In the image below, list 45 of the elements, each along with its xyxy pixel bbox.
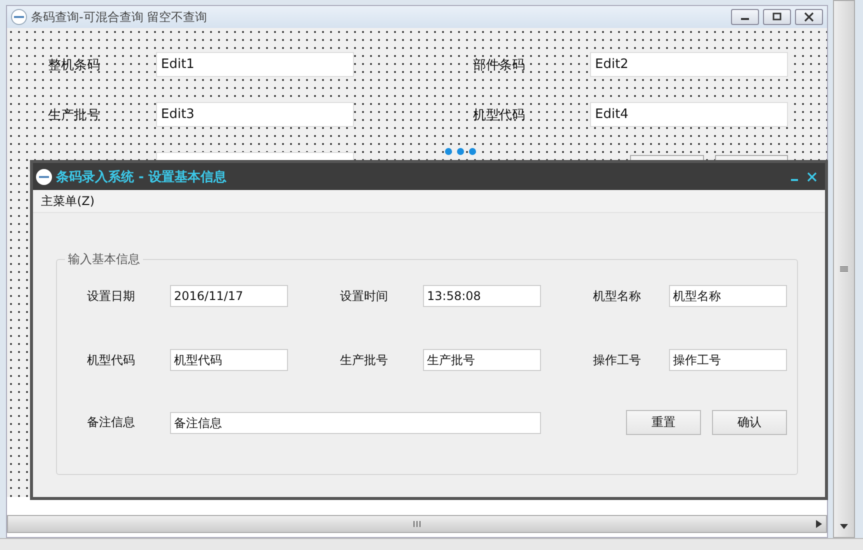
field-label: 机型代码 <box>472 106 526 124</box>
selection-handle[interactable] <box>445 148 476 155</box>
maximize-icon <box>772 12 782 22</box>
maximize-button[interactable] <box>763 9 792 25</box>
input-field[interactable]: 机型名称 <box>669 285 787 307</box>
group-title: 输入基本信息 <box>65 251 143 268</box>
field-label: 机型代码 <box>87 352 136 368</box>
input-field[interactable]: Edit1 <box>156 52 354 77</box>
horizontal-scrollbar[interactable] <box>7 515 828 533</box>
input-field[interactable]: Edit3 <box>156 102 354 127</box>
input-field[interactable]: 生产批号 <box>423 349 541 371</box>
field-label: 操作工号 <box>592 352 642 368</box>
app-logo-icon <box>11 9 27 25</box>
scroll-right-icon[interactable] <box>816 520 822 528</box>
minimize-button[interactable] <box>731 9 760 25</box>
input-field[interactable]: 备注信息 <box>170 412 541 434</box>
button[interactable]: 重置 <box>626 410 701 435</box>
field-label: 整机条码 <box>48 56 101 74</box>
button[interactable]: 确认 <box>712 410 787 435</box>
input-field[interactable]: Edit2 <box>590 52 788 77</box>
input-field[interactable]: 机型代码 <box>170 349 288 371</box>
scroll-down-icon[interactable] <box>840 524 848 529</box>
field-label: 生产批号 <box>48 106 101 124</box>
field-label: 部件条码 <box>472 56 526 74</box>
grip-icon <box>412 521 422 527</box>
field-label: 设置日期 <box>87 288 136 304</box>
field-label: 设置时间 <box>339 288 389 304</box>
minimize-icon <box>790 178 798 180</box>
window-title: 条码录入系统 - 设置基本信息 <box>56 168 226 186</box>
window-title: 条码查询-可混合查询 留空不查询 <box>31 8 208 26</box>
input-field[interactable]: 操作工号 <box>669 349 787 371</box>
app-logo-icon <box>36 168 52 184</box>
field-label: 备注信息 <box>87 414 136 431</box>
vertical-scrollbar[interactable] <box>833 0 855 538</box>
input-field[interactable]: 13:58:08 <box>423 285 541 307</box>
input-field[interactable]: 2016/11/17 <box>170 285 288 307</box>
close-button[interactable] <box>795 9 824 25</box>
close-icon <box>807 172 817 182</box>
grip-icon <box>840 266 848 272</box>
close-icon <box>804 12 814 22</box>
close-button[interactable] <box>805 170 819 184</box>
input-field[interactable]: Edit4 <box>590 102 788 127</box>
field-label: 机型名称 <box>592 288 642 304</box>
menu-item[interactable]: 主菜单(Z) <box>41 192 95 210</box>
field-label: 生产批号 <box>339 352 389 368</box>
